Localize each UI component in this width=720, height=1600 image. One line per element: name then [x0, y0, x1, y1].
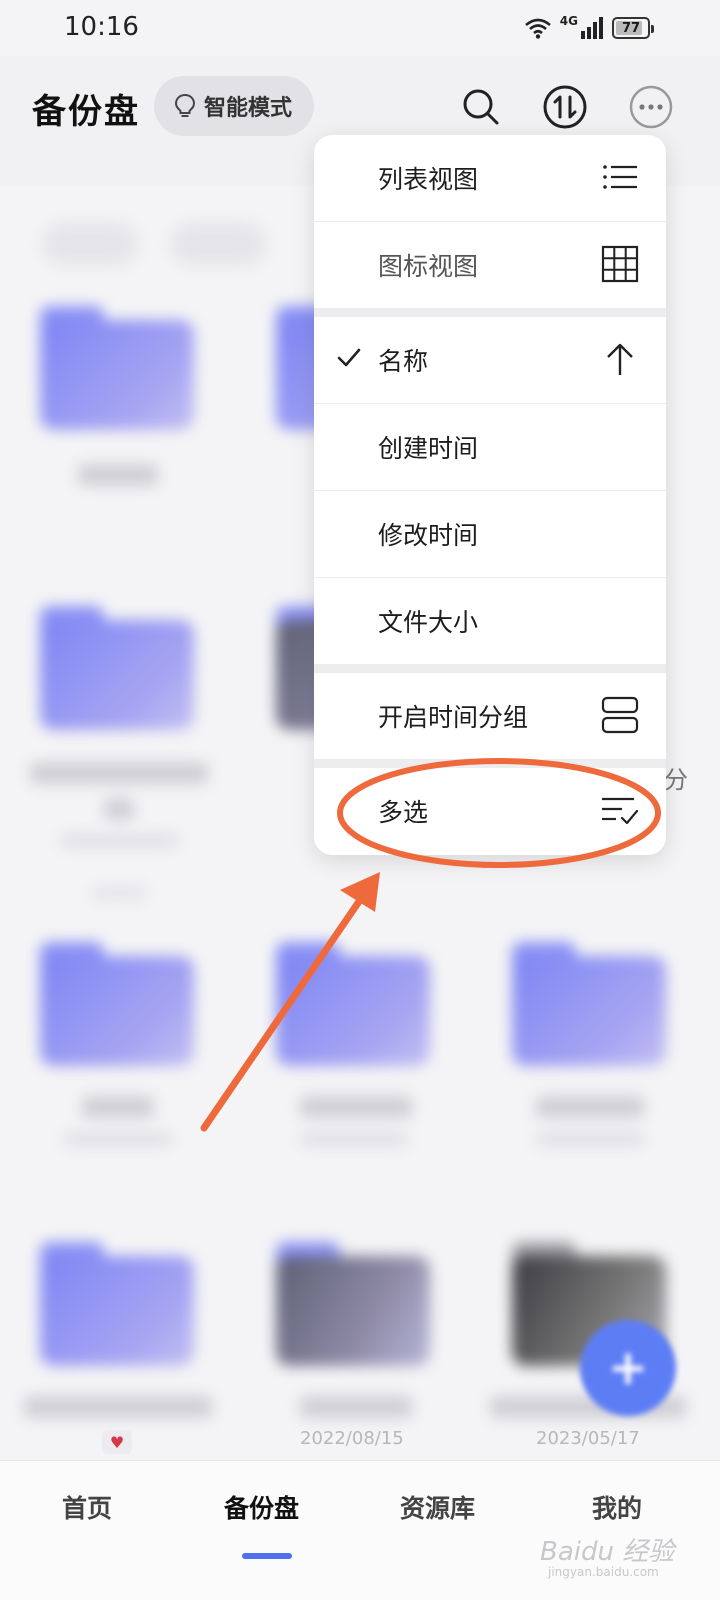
menu-item-group-by-time[interactable]: 开启时间分组: [314, 673, 666, 759]
smart-mode-label: 智能模式: [204, 96, 293, 121]
menu-item-sort-modified[interactable]: 修改时间: [314, 491, 666, 577]
page-title: 备份盘: [32, 92, 140, 132]
menu-item-label: 多选: [378, 798, 429, 827]
active-tab-indicator: [242, 1553, 292, 1559]
grid-view-icon: [601, 245, 639, 283]
menu-item-label: 图标视图: [378, 252, 479, 281]
signal-icon: [581, 17, 603, 39]
bottom-nav: 首页 备份盘 资源库 我的 Baidu 经验 jingyan.baidu.com: [0, 1460, 720, 1600]
file-date: 2023/05/17: [536, 1428, 640, 1449]
battery-level: 77: [621, 20, 641, 36]
more-options-menu: 列表视图 图标视图 名称 创建时间 修改时间 文件大小 开启时间分组 多选: [314, 135, 666, 855]
partial-file-name: 分: [664, 766, 688, 794]
arrow-up-icon: [607, 343, 633, 375]
add-button[interactable]: +: [580, 1320, 676, 1416]
file-date: 2022/08/15: [300, 1428, 404, 1449]
folder-tile[interactable]: [276, 1242, 430, 1366]
more-icon[interactable]: [628, 84, 674, 130]
nav-backup-drive[interactable]: 备份盘: [224, 1489, 299, 1525]
check-icon: [337, 348, 361, 367]
menu-item-label: 文件大小: [378, 608, 479, 637]
menu-item-label: 修改时间: [378, 521, 479, 550]
wifi-icon: [524, 18, 551, 39]
folder-tile[interactable]: [40, 1242, 194, 1366]
folder-tile[interactable]: [276, 942, 430, 1066]
heart-badge: ♥: [102, 1430, 132, 1454]
menu-item-label: 名称: [378, 347, 429, 376]
status-time: 10:16: [64, 12, 139, 42]
menu-item-label: 列表视图: [378, 165, 479, 194]
transfer-icon[interactable]: [542, 84, 588, 130]
nav-home[interactable]: 首页: [62, 1489, 112, 1525]
menu-item-sort-name[interactable]: 名称: [314, 317, 666, 403]
folder-tile[interactable]: [40, 306, 194, 430]
folder-tile[interactable]: [40, 942, 194, 1066]
menu-item-sort-size[interactable]: 文件大小: [314, 578, 666, 664]
smart-mode-chip[interactable]: 智能模式: [154, 76, 315, 136]
list-view-icon: [603, 165, 637, 189]
multi-select-icon: [602, 797, 639, 825]
menu-item-sort-created[interactable]: 创建时间: [314, 404, 666, 490]
menu-item-list-view[interactable]: 列表视图: [314, 135, 666, 221]
nav-mine[interactable]: 我的: [592, 1489, 642, 1525]
network-type-label: 4G: [559, 14, 578, 28]
nav-library[interactable]: 资源库: [400, 1489, 475, 1525]
status-bar: 10:16 4G 77: [0, 0, 720, 56]
battery-icon: 77: [612, 17, 654, 39]
folder-tile[interactable]: [40, 606, 194, 730]
folder-tile[interactable]: [512, 942, 666, 1066]
menu-item-icon-view[interactable]: 图标视图: [314, 222, 666, 308]
group-icon: [601, 696, 639, 734]
menu-item-multi-select[interactable]: 多选: [314, 768, 666, 854]
menu-item-label: 开启时间分组: [378, 703, 529, 732]
lightbulb-icon: [174, 93, 196, 117]
menu-item-label: 创建时间: [378, 434, 479, 463]
status-icons: 4G 77: [524, 14, 654, 42]
watermark-url: jingyan.baidu.com: [548, 1565, 659, 1579]
search-icon[interactable]: [458, 84, 504, 130]
watermark-brand: Baidu 经验: [540, 1537, 675, 1567]
